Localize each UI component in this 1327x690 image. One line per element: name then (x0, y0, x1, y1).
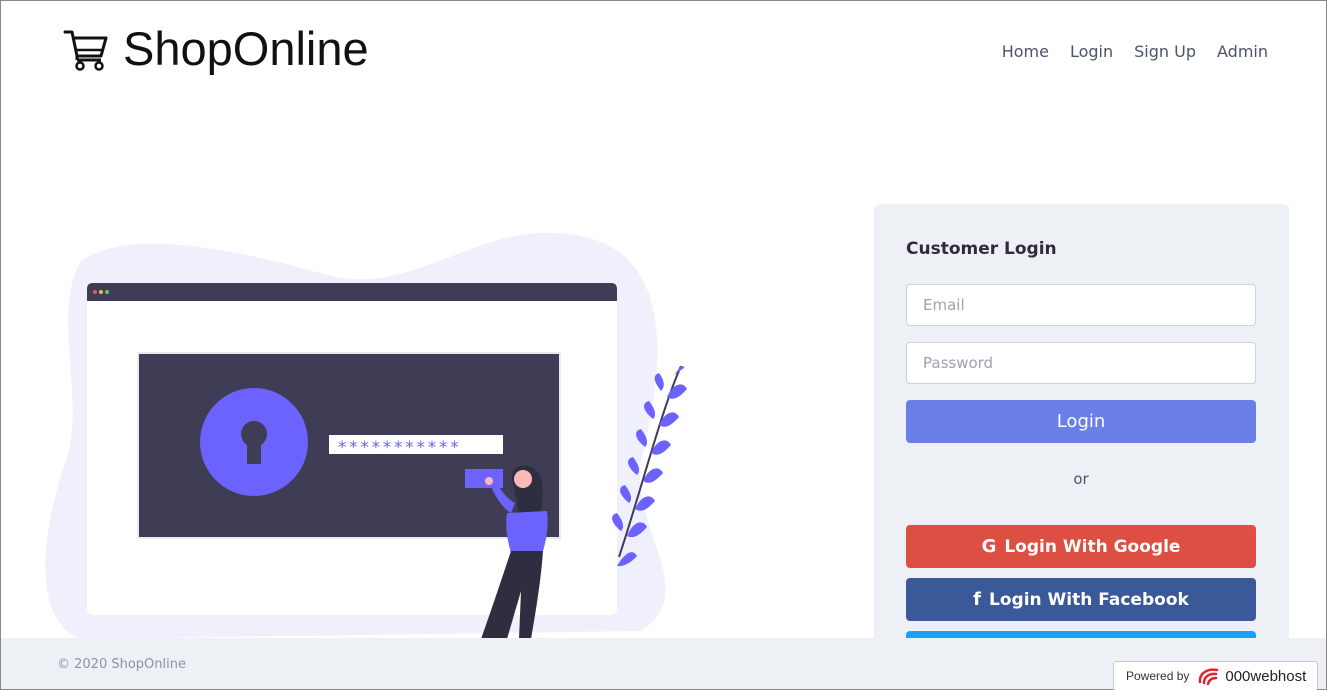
email-input[interactable] (906, 284, 1256, 326)
brand-name: ShopOnline (123, 22, 369, 75)
nav-home-link[interactable]: Home (1002, 42, 1049, 61)
window-dot-green (105, 290, 109, 294)
login-button[interactable]: Login (906, 400, 1256, 443)
nav-admin-link[interactable]: Admin (1217, 42, 1268, 61)
site-header: ShopOnline Home Login Sign Up Admin (1, 1, 1326, 106)
login-google-button[interactable]: G Login With Google (906, 525, 1256, 568)
main-nav: Home Login Sign Up Admin (1002, 42, 1268, 61)
webhost-logo-icon (1199, 668, 1219, 686)
brand[interactable]: ShopOnline (63, 25, 369, 72)
nav-signup-link[interactable]: Sign Up (1134, 42, 1196, 61)
google-icon: G (981, 536, 997, 557)
login-illustration: *********** (45, 232, 687, 640)
powered-by-label: Powered by (1126, 669, 1190, 683)
nav-login-link[interactable]: Login (1070, 42, 1113, 61)
facebook-icon: f (973, 589, 982, 610)
powered-by-badge[interactable]: Powered by 000webhost (1113, 661, 1318, 690)
site-footer: © 2020 ShopOnline Powered by 000webhost (1, 638, 1326, 690)
powered-by-name: 000webhost (1225, 667, 1307, 685)
window-dot-red (93, 290, 97, 294)
browser-titlebar (87, 283, 617, 301)
copyright-text: © 2020 ShopOnline (57, 657, 186, 672)
customer-login-card: Customer Login Login or G Login With Goo… (874, 204, 1289, 644)
card-title: Customer Login (906, 239, 1057, 259)
password-mask: *********** (337, 438, 461, 458)
login-google-label: Login With Google (1004, 536, 1181, 557)
or-divider: or (1073, 470, 1089, 488)
shopping-cart-icon (63, 30, 108, 71)
window-dot-yellow (99, 290, 103, 294)
login-facebook-button[interactable]: f Login With Facebook (906, 578, 1256, 621)
login-facebook-label: Login With Facebook (989, 589, 1189, 610)
password-input[interactable] (906, 342, 1256, 384)
